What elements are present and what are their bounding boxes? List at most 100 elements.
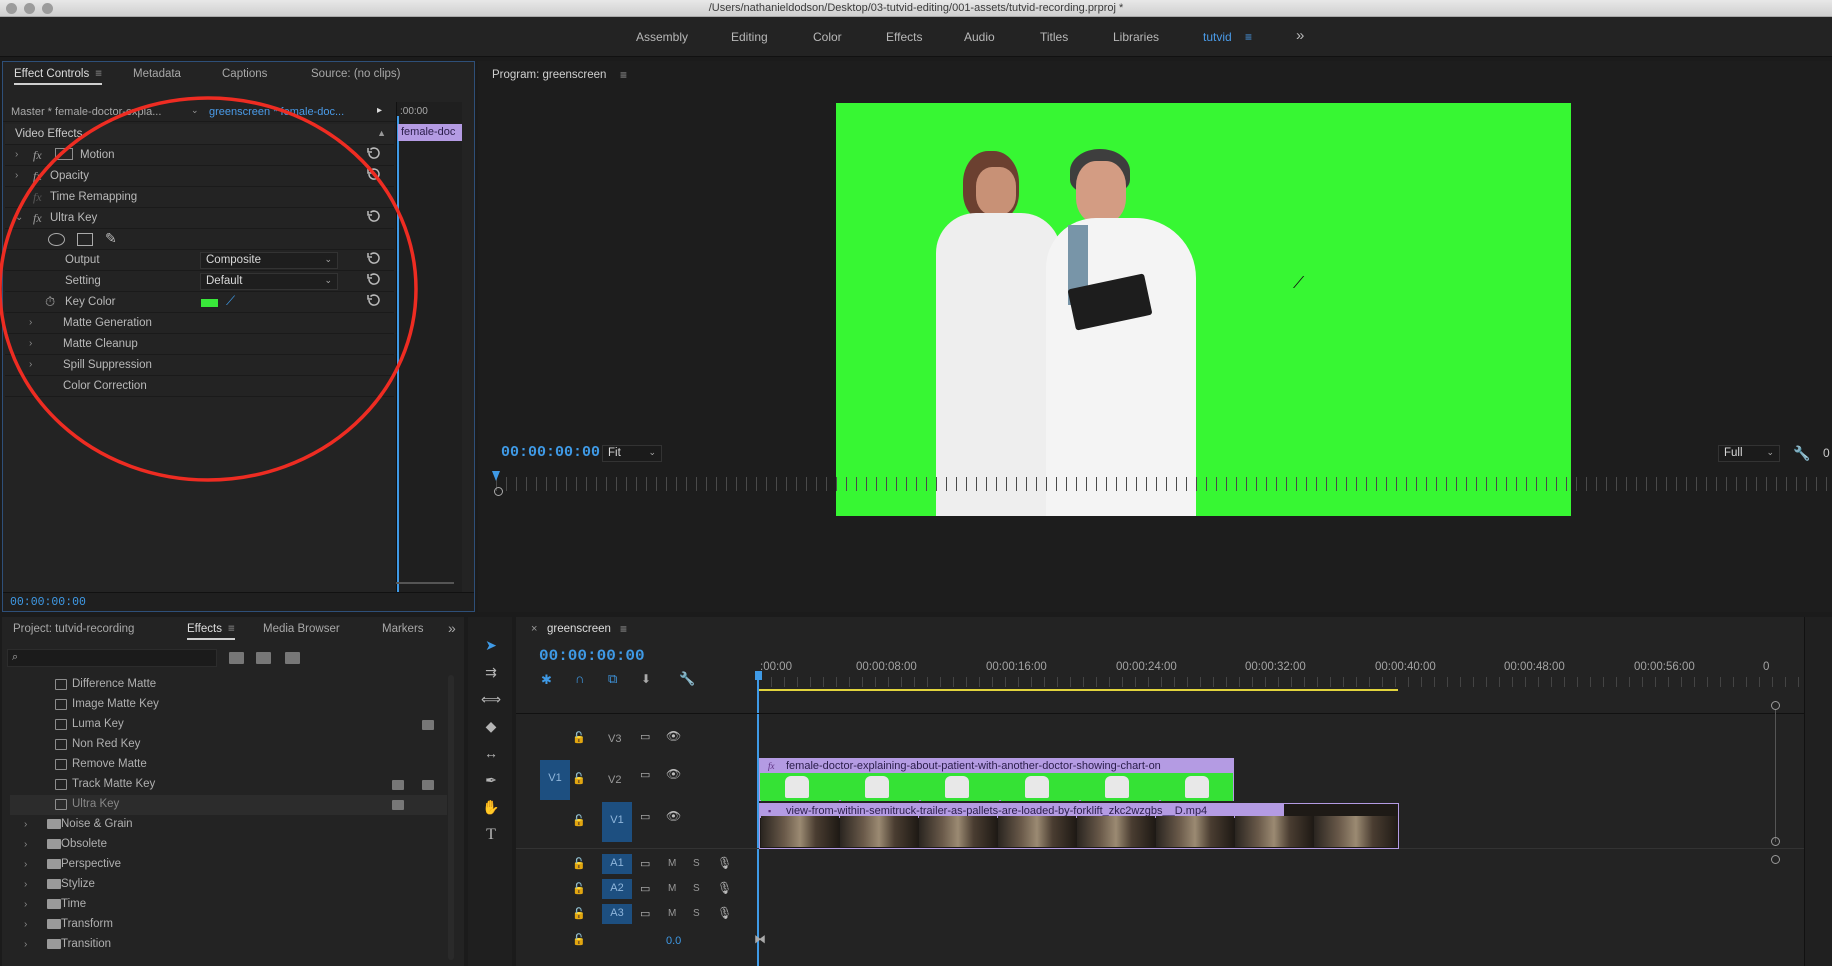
sequence-tab[interactable]: greenscreen xyxy=(547,623,611,635)
mini-zoom-scrollbar[interactable] xyxy=(396,582,454,584)
effect-controls-timecode[interactable]: 00:00:00:00 xyxy=(10,596,86,609)
workspace-assembly[interactable]: Assembly xyxy=(636,30,688,44)
32bit-effects-icon[interactable] xyxy=(256,652,271,664)
track-select-tool-icon[interactable]: ⇉ xyxy=(480,664,502,686)
microphone-icon[interactable]: 🎙 xyxy=(717,906,732,920)
ripple-edit-tool-icon[interactable]: ⟺ xyxy=(480,691,502,713)
add-marker-icon[interactable]: ⬇ xyxy=(641,672,651,686)
razor-tool-icon[interactable]: ◆ xyxy=(480,718,502,740)
mute-button[interactable]: M xyxy=(668,883,676,894)
work-area-bar[interactable] xyxy=(758,689,1398,691)
program-timecode[interactable]: 00:00:00:00 xyxy=(501,444,600,461)
folder-item[interactable]: › Time xyxy=(10,895,447,915)
workspace-audio[interactable]: Audio xyxy=(964,30,995,44)
toggle-sync-icon[interactable]: ▭ xyxy=(640,810,650,823)
lock-icon[interactable]: 🔓 xyxy=(572,882,586,895)
folder-item[interactable]: › Obsolete xyxy=(10,835,447,855)
panel-overflow-icon[interactable]: » xyxy=(448,620,456,636)
wrench-icon[interactable]: 🔧 xyxy=(1793,445,1810,462)
list-item-selected[interactable]: Ultra Key xyxy=(10,795,447,815)
folder-item[interactable]: › Perspective xyxy=(10,855,447,875)
timeline-timecode[interactable]: 00:00:00:00 xyxy=(539,647,645,665)
workspace-tutvid[interactable]: tutvid xyxy=(1203,30,1232,44)
yuv-effects-icon[interactable] xyxy=(285,652,300,664)
timeline-ruler-ticks[interactable] xyxy=(758,677,1818,687)
accelerated-effects-icon[interactable] xyxy=(229,652,244,664)
source-patch-v1[interactable]: V1 xyxy=(540,760,570,800)
program-scrub-ruler[interactable] xyxy=(496,477,1832,491)
slip-tool-icon[interactable]: ↔ xyxy=(480,745,502,767)
pen-tool-icon[interactable]: ✒ xyxy=(480,772,502,794)
tab-project[interactable]: Project: tutvid-recording xyxy=(13,623,134,635)
workspace-menu-icon[interactable]: ≡ xyxy=(1245,30,1252,44)
hand-tool-icon[interactable]: ✋ xyxy=(480,799,502,821)
close-sequence-icon[interactable]: × xyxy=(531,623,537,635)
tab-media-browser[interactable]: Media Browser xyxy=(263,623,340,635)
lock-icon[interactable]: 🔓 xyxy=(572,933,586,946)
solo-button[interactable]: S xyxy=(693,908,700,919)
workspace-effects[interactable]: Effects xyxy=(886,30,922,44)
timeline-scroll-handle[interactable] xyxy=(1771,837,1780,846)
track-target-a3[interactable]: A3 xyxy=(602,904,632,924)
tab-markers[interactable]: Markers xyxy=(382,623,424,635)
toggle-sync-icon[interactable]: ▭ xyxy=(640,882,650,895)
track-target-a1[interactable]: A1 xyxy=(602,854,632,874)
effects-search-input[interactable]: ⌕ xyxy=(7,649,217,667)
list-item[interactable]: Difference Matte xyxy=(10,675,447,695)
microphone-icon[interactable]: 🎙 xyxy=(717,856,732,870)
track-target-a2[interactable]: A2 xyxy=(602,879,632,899)
list-item[interactable]: Image Matte Key xyxy=(10,695,447,715)
eye-icon[interactable]: 👁 xyxy=(666,767,681,781)
master-volume-value[interactable]: 0.0 xyxy=(666,935,681,947)
type-tool-icon[interactable]: T xyxy=(480,826,502,848)
lock-icon[interactable]: 🔓 xyxy=(572,772,586,785)
expand-chevron-icon: › xyxy=(24,899,28,910)
panel-menu-icon[interactable]: ≡ xyxy=(620,68,627,82)
folder-item[interactable]: › Transition xyxy=(10,935,447,955)
panel-menu-icon[interactable]: ≡ xyxy=(620,622,627,636)
folder-item[interactable]: › Stylize xyxy=(10,875,447,895)
solo-button[interactable]: S xyxy=(693,858,700,869)
zoom-level-dropdown[interactable]: Fit ⌄ xyxy=(602,445,662,462)
folder-item[interactable]: › Transform xyxy=(10,915,447,935)
go-to-edge-icon[interactable]: ⧓ xyxy=(754,932,766,946)
toggle-sync-icon[interactable]: ▭ xyxy=(640,730,650,743)
folder-item[interactable]: › Noise & Grain xyxy=(10,815,447,835)
list-item[interactable]: Track Matte Key xyxy=(10,775,447,795)
lock-icon[interactable]: 🔓 xyxy=(572,814,586,827)
timeline-scroll-handle[interactable] xyxy=(1771,701,1780,710)
toggle-sync-icon[interactable]: ▭ xyxy=(640,768,650,781)
toggle-sync-icon[interactable]: ▭ xyxy=(640,857,650,870)
linked-selection-icon[interactable]: ⧉ xyxy=(608,671,617,687)
zoom-handle[interactable] xyxy=(494,487,503,496)
eye-icon[interactable]: 👁 xyxy=(666,809,681,823)
effects-scrollbar[interactable] xyxy=(448,675,454,960)
workspace-color[interactable]: Color xyxy=(813,30,842,44)
workspace-titles[interactable]: Titles xyxy=(1040,30,1068,44)
timeline-scroll-handle[interactable] xyxy=(1771,855,1780,864)
microphone-icon[interactable]: 🎙 xyxy=(717,881,732,895)
toggle-sync-icon[interactable]: ▭ xyxy=(640,907,650,920)
lock-icon[interactable]: 🔓 xyxy=(572,907,586,920)
list-item[interactable]: Luma Key xyxy=(10,715,447,735)
tab-effects[interactable]: Effects ≡ xyxy=(187,623,235,640)
workspaces-overflow-icon[interactable]: » xyxy=(1296,27,1304,44)
wrench-icon[interactable]: 🔧 xyxy=(679,671,695,687)
eye-icon[interactable]: 👁 xyxy=(666,729,681,743)
workspace-editing[interactable]: Editing xyxy=(731,30,768,44)
selection-tool-icon[interactable]: ➤ xyxy=(480,637,502,659)
program-video-frame[interactable]: ⟋ xyxy=(836,103,1571,516)
lock-icon[interactable]: 🔓 xyxy=(572,857,586,870)
list-item[interactable]: Non Red Key xyxy=(10,735,447,755)
list-item[interactable]: Remove Matte xyxy=(10,755,447,775)
snap-icon[interactable]: ∩ xyxy=(575,671,584,686)
timeline-vertical-scrollbar[interactable] xyxy=(1775,710,1776,842)
workspace-libraries[interactable]: Libraries xyxy=(1113,30,1159,44)
nest-icon[interactable]: ✱ xyxy=(541,672,552,688)
solo-button[interactable]: S xyxy=(693,883,700,894)
mute-button[interactable]: M xyxy=(668,858,676,869)
playback-resolution-dropdown[interactable]: Full ⌄ xyxy=(1718,445,1780,462)
track-target-v1[interactable]: V1 xyxy=(602,802,632,842)
mute-button[interactable]: M xyxy=(668,908,676,919)
lock-icon[interactable]: 🔓 xyxy=(572,731,586,744)
